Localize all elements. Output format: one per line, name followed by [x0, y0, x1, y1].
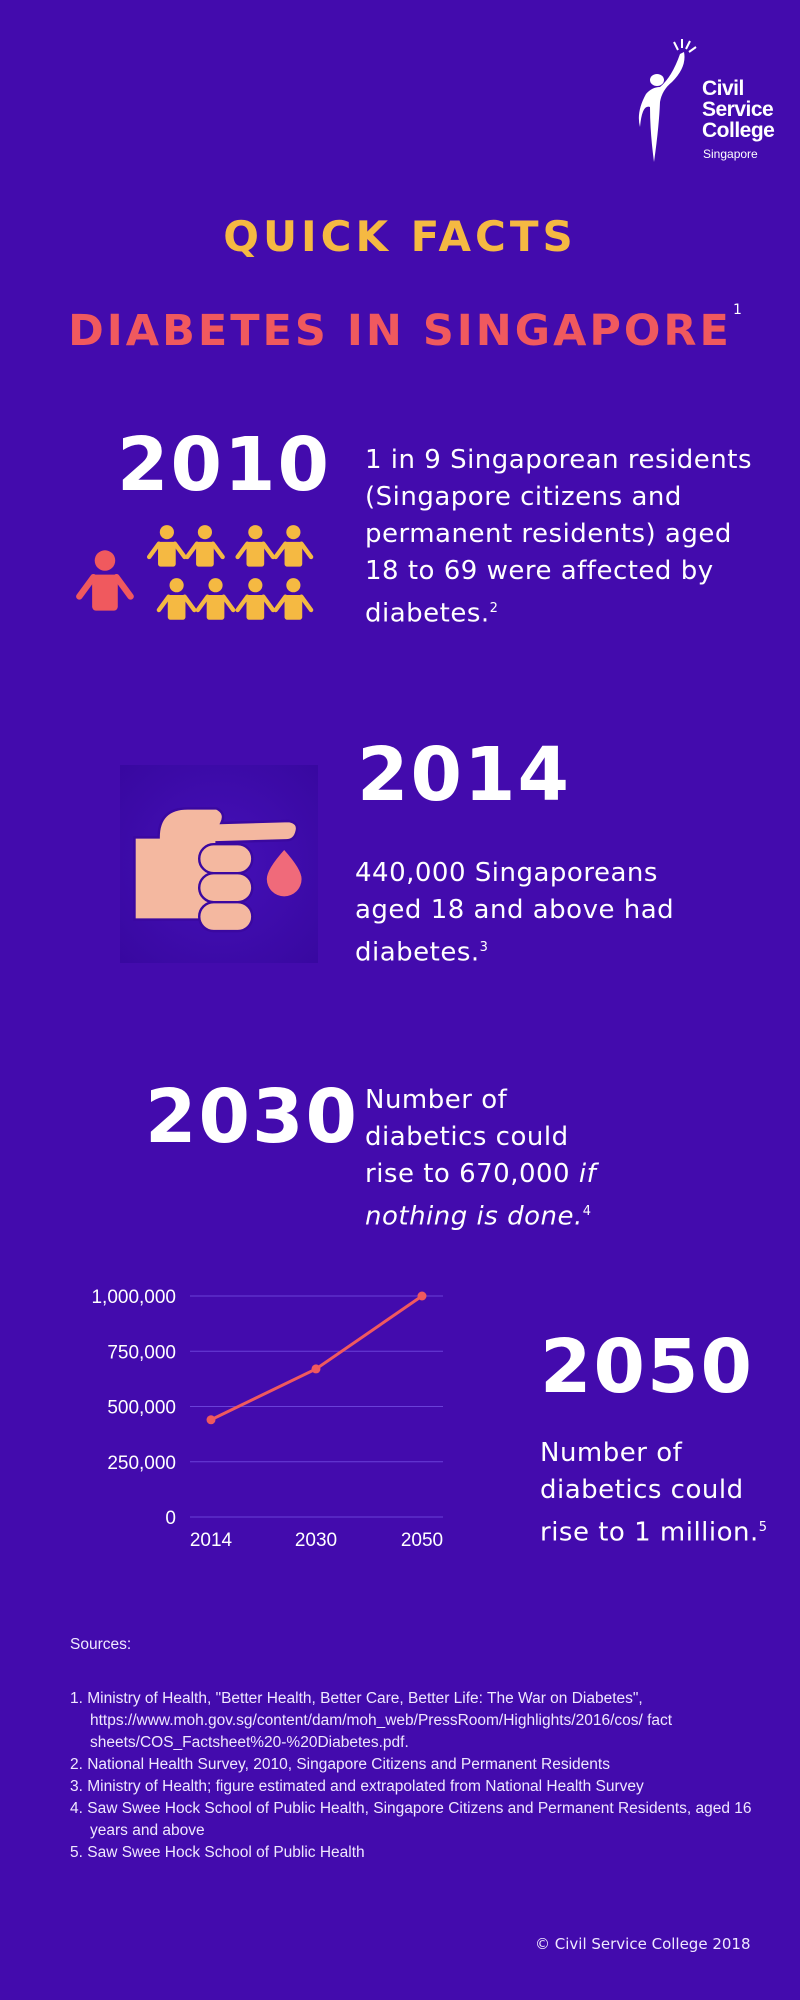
sources-heading: Sources:	[70, 1636, 132, 1653]
person-body	[246, 594, 265, 620]
sources-list: 1. Ministry of Health, "Better Health, B…	[70, 1688, 790, 1864]
fact-reference: 3	[479, 940, 489, 955]
y-tick-label: 250,000	[107, 1453, 176, 1474]
unaffected-person-icon	[273, 525, 314, 567]
logo-line: Civil	[702, 77, 744, 100]
year-2014: 2014	[357, 732, 571, 818]
unaffected-person-icon	[195, 578, 236, 620]
fact-2010-text: 1 in 9 Singaporean residents (Singapore …	[365, 442, 765, 633]
fact-2014-text: 440,000 Singaporeans aged 18 and above h…	[355, 855, 695, 972]
logo-line: Service	[702, 98, 774, 121]
person-head	[159, 525, 174, 540]
fact-2050-text: Number of diabetics could rise to 1 mill…	[540, 1435, 780, 1552]
logo-subtitle: Singapore	[703, 147, 758, 161]
data-point	[417, 1291, 427, 1301]
person-body	[167, 594, 186, 620]
x-tick-label: 2014	[190, 1530, 233, 1551]
source-item: 1. Ministry of Health, "Better Health, B…	[70, 1690, 673, 1751]
data-point	[311, 1364, 321, 1374]
x-tick-label: 2030	[295, 1530, 337, 1551]
x-tick-label: 2050	[401, 1530, 443, 1551]
subtitle-reference: 1	[733, 302, 742, 318]
finger-blood-drop-icon	[120, 765, 318, 963]
source-item: 4. Saw Swee Hock School of Public Health…	[70, 1800, 752, 1839]
year-2010: 2010	[117, 422, 331, 508]
person-body	[284, 541, 303, 567]
figure-logo-icon	[638, 39, 697, 162]
person-head	[208, 578, 223, 593]
data-point	[206, 1415, 216, 1425]
person-body	[92, 574, 118, 611]
fact-2030-text: Number of diabetics could rise to 670,00…	[365, 1082, 615, 1236]
copyright: © Civil Service College 2018	[535, 1935, 751, 1953]
person-body	[284, 594, 303, 620]
fact-reference: 5	[758, 1520, 768, 1535]
person-body	[158, 541, 176, 567]
page-subtitle: DIABETES IN SINGAPORE	[68, 306, 732, 356]
person-head	[248, 525, 263, 540]
unaffected-person-icon	[185, 525, 225, 567]
y-tick-label: 0	[165, 1508, 176, 1529]
unaffected-person-icon	[146, 525, 187, 567]
person-head	[248, 578, 263, 593]
source-item: 3. Ministry of Health; figure estimated …	[70, 1778, 644, 1795]
y-tick-label: 500,000	[107, 1398, 176, 1419]
unaffected-person-icon	[235, 578, 276, 620]
person-head	[286, 578, 301, 593]
person-body	[206, 594, 225, 620]
y-tick-label: 1,000,000	[91, 1287, 176, 1308]
person-head	[286, 525, 301, 540]
year-2050: 2050	[540, 1324, 754, 1410]
fact-reference: 2	[489, 601, 499, 616]
fact-text: 1 in 9 Singaporean residents (Singapore …	[365, 445, 753, 629]
people-icon-group	[68, 518, 333, 637]
fact-reference: 4	[582, 1204, 592, 1219]
y-tick-label: 750,000	[107, 1342, 176, 1363]
fact-text: Number of diabetics could rise to 1 mill…	[540, 1438, 759, 1548]
fact-text: Number of diabetics could rise to 670,00…	[365, 1085, 579, 1189]
person-head	[169, 578, 184, 593]
year-2030: 2030	[145, 1074, 359, 1160]
affected-person-icon	[76, 550, 134, 611]
logo-text: Civil Service College	[702, 77, 775, 142]
unaffected-person-icon	[156, 578, 197, 620]
person-head	[94, 550, 116, 571]
person-body	[246, 541, 265, 567]
fact-text: 440,000 Singaporeans aged 18 and above h…	[355, 858, 675, 968]
source-item: 2. National Health Survey, 2010, Singapo…	[70, 1756, 610, 1773]
person-body	[196, 541, 214, 567]
series-line	[210, 1294, 423, 1422]
source-item: 5. Saw Swee Hock School of Public Health	[70, 1844, 365, 1861]
unaffected-person-icon	[235, 525, 276, 567]
logo-line: College	[702, 119, 775, 142]
unaffected-person-icon	[273, 578, 314, 620]
diabetics-projection-chart: 0 250,000 500,000 750,000 1,000,000 2014 2030 2…	[0, 1260, 480, 1564]
person-head	[197, 525, 212, 540]
page-title: QUICK FACTS	[223, 212, 577, 261]
